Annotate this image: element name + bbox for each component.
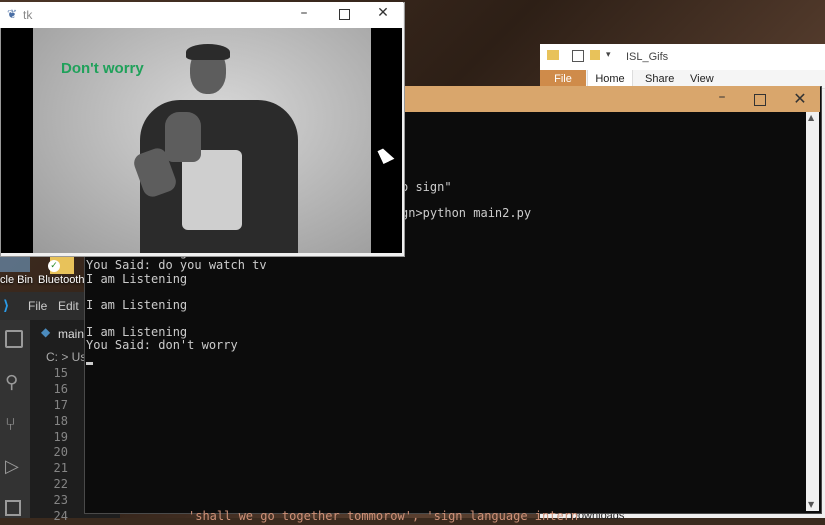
line-number: 17 <box>53 397 68 412</box>
recycle-bin-label: cle Bin <box>0 274 34 286</box>
python-file-icon: ◆ <box>41 325 51 339</box>
line-number: 22 <box>53 477 68 492</box>
line-number: 23 <box>53 493 68 508</box>
ribbon-tab-view[interactable]: View <box>690 73 714 85</box>
search-icon[interactable]: ⚲ <box>5 372 18 393</box>
tk-title: tk <box>23 8 33 22</box>
console-lines: I am ListeningYou Said: do you watch tvI… <box>86 245 267 353</box>
console-line-partial: o sign" <box>401 180 452 194</box>
scroll-up-arrow-icon[interactable]: ▲ <box>808 113 814 122</box>
person-hair <box>186 44 230 60</box>
recognized-sign-caption: Don't worry <box>61 60 144 77</box>
explorer-icon[interactable] <box>5 330 23 348</box>
line-number: 18 <box>53 413 68 428</box>
quick-access-dropdown-icon[interactable]: ▾ <box>606 50 611 60</box>
scroll-down-arrow-icon[interactable]: ▼ <box>808 500 814 509</box>
line-number: 24 <box>53 509 68 524</box>
console-line: I am Listening <box>86 324 188 339</box>
line-number: 16 <box>53 381 68 396</box>
new-folder-icon[interactable] <box>590 50 600 60</box>
tk-maximize-button[interactable] <box>339 9 350 20</box>
code-line-partial: 'shall we go together tommorow', 'sign l… <box>188 509 579 523</box>
line-number: 15 <box>53 366 68 380</box>
console-cursor <box>86 362 93 365</box>
console-maximize-button[interactable] <box>754 94 766 106</box>
tk-minimize-button[interactable]: – <box>294 5 314 21</box>
feather-icon: ❦ <box>7 7 18 21</box>
source-control-icon[interactable]: ⑂ <box>5 414 16 435</box>
console-close-button[interactable]: ✕ <box>788 89 812 108</box>
explorer-title: ISL_Gifs <box>626 51 669 63</box>
vscode-tab-label: main. <box>58 327 88 341</box>
line-number: 20 <box>53 445 68 460</box>
tk-close-button[interactable]: ✕ <box>373 5 393 21</box>
console-line: You Said: do you watch tv <box>86 258 267 273</box>
ribbon-tab-share[interactable]: Share <box>645 73 674 85</box>
console-line: I am Listening <box>86 298 188 313</box>
sync-check-icon: ✓ <box>48 260 60 272</box>
console-line-partial: gn>python main2.py <box>401 206 532 220</box>
vscode-menu-file[interactable]: File <box>28 299 47 313</box>
console-minimize-button[interactable]: – <box>710 89 734 105</box>
console-line: You Said: don't worry <box>86 338 238 353</box>
console-scrollbar[interactable] <box>806 112 819 511</box>
folder-icon <box>547 50 559 60</box>
properties-icon[interactable] <box>572 50 584 62</box>
vscode-line-numbers: 15 16 17 18 19 20 21 22 23 24 <box>38 366 68 525</box>
run-debug-icon[interactable]: ▷ <box>5 456 19 477</box>
line-number: 19 <box>53 429 68 444</box>
console-line: I am Listening <box>86 271 188 286</box>
line-number: 21 <box>53 461 68 476</box>
person-raised-hand <box>165 112 201 162</box>
extensions-icon[interactable] <box>5 500 21 516</box>
vscode-menu-edit[interactable]: Edit <box>58 299 79 313</box>
vscode-logo-icon: ⟩ <box>3 298 10 314</box>
tshirt-graphic <box>182 150 242 230</box>
bluetooth-folder-label: Bluetooth_ <box>38 274 91 286</box>
